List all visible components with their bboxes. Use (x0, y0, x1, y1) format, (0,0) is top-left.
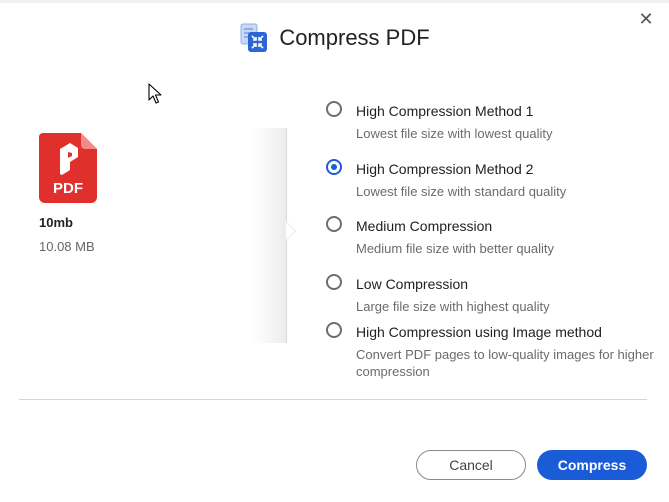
radio-medium-compression[interactable] (326, 216, 342, 232)
dialog-title: Compress PDF (279, 25, 430, 50)
option-title: High Compression Method 2 (356, 161, 534, 177)
option-title: High Compression Method 1 (356, 103, 534, 119)
radio-low-compression[interactable] (326, 274, 342, 290)
cancel-button[interactable]: Cancel (416, 450, 526, 480)
radio-high-compression-2[interactable] (326, 159, 342, 175)
mouse-pointer-icon (148, 83, 162, 110)
option-title: Low Compression (356, 276, 469, 292)
compress-pdf-icon (239, 22, 269, 54)
option-description: Lowest file size with standard quality (356, 184, 567, 199)
option-title: Medium Compression (356, 218, 493, 234)
top-edge (0, 0, 669, 3)
panel-divider (252, 128, 287, 343)
option-description: Medium file size with better quality (356, 241, 554, 256)
file-name: 10mb (39, 215, 73, 230)
radio-high-compression-1[interactable] (326, 101, 342, 117)
option-description: Large file size with highest quality (356, 299, 550, 314)
pdf-icon-label: PDF (53, 180, 83, 197)
pdf-file-icon: PDF (39, 133, 97, 203)
radio-image-method-compression[interactable] (326, 322, 342, 338)
compress-button[interactable]: Compress (537, 450, 647, 480)
footer-divider (19, 399, 647, 400)
option-title: High Compression using Image method (356, 324, 602, 340)
dialog-header: Compress PDF (0, 22, 669, 54)
option-description: Lowest file size with lowest quality (356, 126, 553, 141)
option-description: Convert PDF pages to low-quality images … (356, 347, 654, 379)
file-size: 10.08 MB (39, 239, 95, 254)
divider-arrow (286, 222, 295, 240)
file-card: PDF 10mb 10.08 MB (39, 133, 97, 254)
